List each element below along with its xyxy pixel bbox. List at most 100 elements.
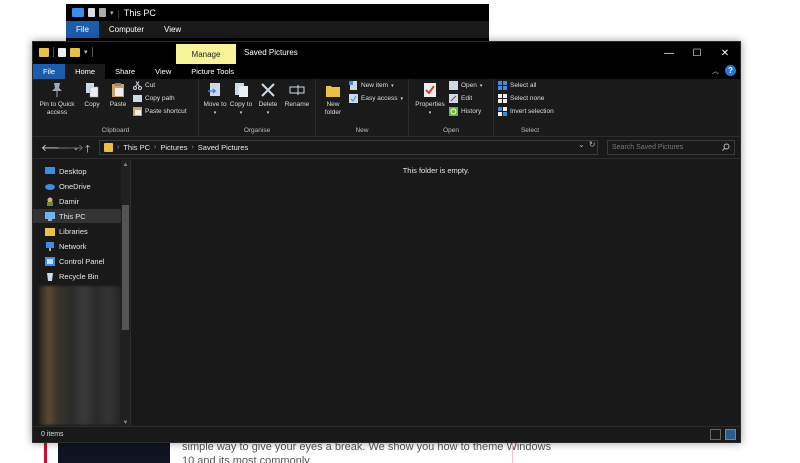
nav-item-label: Recycle Bin <box>59 271 99 281</box>
tab-file[interactable]: File <box>33 64 66 79</box>
breadcrumb-this-pc[interactable]: This PC <box>123 143 150 152</box>
delete-dropdown-icon: ▾ <box>266 110 270 116</box>
minimize-button[interactable]: — <box>659 46 679 60</box>
new-group: New folder New item ▾ Easy access ▾ New <box>316 79 409 137</box>
rename-button[interactable]: Rename <box>283 81 311 109</box>
clipboard-group: Pin to Quick access Copy Paste Cut Copy … <box>33 79 199 137</box>
paste-shortcut-button[interactable]: Paste shortcut <box>133 107 187 116</box>
history-button[interactable]: History <box>449 107 481 116</box>
new-folder-button[interactable]: New folder <box>319 81 347 117</box>
nav-scrollbar[interactable]: ▲ ▼ <box>121 160 130 428</box>
select-none-label: Select none <box>510 95 545 102</box>
nav-item-this-pc[interactable]: This PC <box>33 209 121 223</box>
back-tab-computer[interactable]: Computer <box>99 21 154 38</box>
breadcrumb-pictures[interactable]: Pictures <box>160 143 187 152</box>
select-group-label: Select <box>520 127 540 134</box>
copy-to-icon <box>232 81 250 99</box>
tab-home[interactable]: Home <box>65 64 106 79</box>
qat-dropdown-icon[interactable]: ▾ <box>110 9 114 17</box>
copy-path-icon <box>133 94 142 103</box>
clipboard-group-label: Clipboard <box>101 127 130 134</box>
copy-path-label: Copy path <box>145 95 175 102</box>
collapse-ribbon-icon[interactable]: ︿ <box>712 66 719 76</box>
open-button[interactable]: Open ▾ <box>449 81 482 90</box>
search-input[interactable]: Search Saved Pictures <box>607 140 735 155</box>
copy-path-button[interactable]: Copy path <box>133 94 175 103</box>
address-actions: ⌄ ↻ <box>578 140 595 149</box>
copy-icon <box>83 81 101 99</box>
new-folder-icon <box>324 81 342 99</box>
nav-item-libraries[interactable]: Libraries <box>33 224 121 238</box>
delete-icon <box>259 81 277 99</box>
paste-button[interactable]: Paste <box>107 81 129 109</box>
edit-icon <box>449 94 458 103</box>
chevron-down-icon[interactable]: ⌄ <box>578 140 585 149</box>
manage-contextual-tab[interactable]: Manage <box>176 44 236 64</box>
copy-to-dropdown-icon: ▾ <box>239 110 243 116</box>
back-window-tabs: File Computer View <box>66 21 489 38</box>
file-list[interactable]: This folder is empty. <box>132 160 740 428</box>
select-all-button[interactable]: Select all <box>498 81 536 90</box>
address-bar[interactable]: › This PC › Pictures › Saved Pictures <box>99 140 598 155</box>
tab-picture-tools[interactable]: Picture Tools <box>181 64 244 79</box>
refresh-icon[interactable]: ↻ <box>589 140 596 149</box>
title-bar: ▾ Manage Saved Pictures — ☐ ✕ <box>33 42 740 64</box>
nav-item-network[interactable]: Network <box>33 239 121 253</box>
nav-item-control-panel[interactable]: Control Panel <box>33 254 121 268</box>
recent-locations-icon[interactable]: ⌄ <box>73 144 79 152</box>
back-tab-file[interactable]: File <box>66 21 99 38</box>
nav-item-recycle-bin[interactable]: Recycle Bin <box>33 269 121 283</box>
nav-item-label: Control Panel <box>59 256 105 266</box>
maximize-button[interactable]: ☐ <box>687 46 707 60</box>
move-to-icon <box>206 81 224 99</box>
delete-button[interactable]: Delete ▾ <box>257 81 279 117</box>
copy-button[interactable]: Copy <box>81 81 103 109</box>
nav-item-damir[interactable]: Damir <box>33 194 121 208</box>
nav-item-label: Desktop <box>59 166 87 176</box>
qat-separator <box>53 47 54 57</box>
back-window-title: This PC <box>123 7 156 18</box>
chevron-right-icon: › <box>154 144 157 151</box>
close-button[interactable]: ✕ <box>715 46 735 60</box>
new-group-label: New <box>355 127 369 134</box>
new-folder-icon[interactable] <box>70 47 80 57</box>
scroll-up-icon[interactable]: ▲ <box>122 162 129 168</box>
new-item-dropdown-icon: ▾ <box>391 82 394 89</box>
desktop-icon <box>45 166 55 176</box>
tab-share[interactable]: Share <box>105 64 145 79</box>
search-icon[interactable] <box>722 143 730 153</box>
move-to-button[interactable]: Move to ▾ <box>203 81 227 117</box>
up-arrow-icon[interactable]: 🡑 <box>85 142 90 159</box>
properties-button[interactable]: Properties ▾ <box>413 81 447 117</box>
explorer-window: ▾ Manage Saved Pictures — ☐ ✕ File Home … <box>32 41 741 443</box>
copy-to-button[interactable]: Copy to ▾ <box>229 81 253 117</box>
quick-access-toolbar: ▾ <box>39 47 93 57</box>
select-none-button[interactable]: Select none <box>498 94 544 103</box>
nav-item-label: Damir <box>59 196 79 206</box>
nav-item-onedrive[interactable]: OneDrive <box>33 179 121 193</box>
move-to-dropdown-icon: ▾ <box>213 110 217 116</box>
tab-view[interactable]: View <box>145 64 181 79</box>
back-explorer-window[interactable]: ▾ | This PC File Computer View <box>66 4 489 42</box>
help-icon[interactable]: ? <box>725 65 736 76</box>
cut-button[interactable]: Cut <box>133 81 155 90</box>
invert-selection-button[interactable]: Invert selection <box>498 107 554 116</box>
easy-access-button[interactable]: Easy access ▾ <box>349 94 403 103</box>
details-view-icon[interactable] <box>710 429 721 440</box>
qat-dropdown-icon[interactable]: ▾ <box>84 48 88 56</box>
new-folder-label: New folder <box>324 101 342 116</box>
window-title: Saved Pictures <box>244 48 298 57</box>
open-label: Open <box>461 82 477 89</box>
forward-arrow-icon[interactable]: 🡒 <box>57 142 84 154</box>
nav-item-label: OneDrive <box>59 181 91 191</box>
pin-to-quick-access-button[interactable]: Pin to Quick access <box>35 81 79 117</box>
scrollbar-thumb[interactable] <box>122 205 129 330</box>
properties-icon[interactable] <box>58 47 66 57</box>
edit-button[interactable]: Edit <box>449 94 472 103</box>
new-item-button[interactable]: New item ▾ <box>349 81 394 90</box>
large-icons-view-icon[interactable] <box>725 429 736 440</box>
cut-label: Cut <box>145 82 156 89</box>
breadcrumb-saved-pictures[interactable]: Saved Pictures <box>198 143 248 152</box>
nav-item-desktop[interactable]: Desktop <box>33 164 121 178</box>
back-tab-view[interactable]: View <box>154 21 191 38</box>
